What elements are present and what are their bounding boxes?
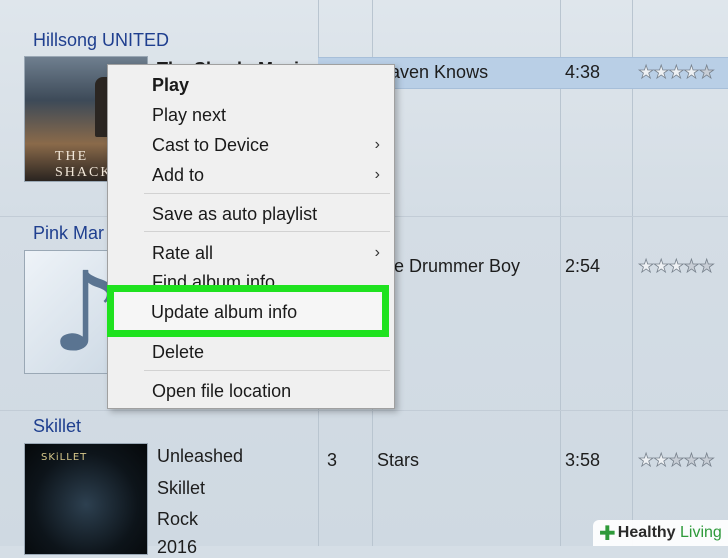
menu-item-save-auto-playlist[interactable]: Save as auto playlist	[152, 204, 317, 225]
menu-item-update-album-info[interactable]: Update album info	[151, 302, 297, 323]
menu-item-play[interactable]: Play	[152, 75, 189, 96]
track-number: 3	[327, 450, 338, 470]
star-icon[interactable]: ★	[653, 450, 670, 471]
star-icon[interactable]: ★	[668, 450, 685, 471]
chevron-right-icon: ›	[374, 136, 380, 153]
plus-icon: ✚	[599, 522, 616, 545]
skillet-logo: SKiLLET	[41, 452, 88, 463]
menu-item-open-file-location[interactable]: Open file location	[152, 381, 291, 402]
watermark-suffix: Living	[675, 524, 722, 541]
star-icon[interactable]: ★	[653, 62, 670, 83]
track-title: eaven Knows	[380, 62, 489, 82]
star-icon[interactable]: ★	[668, 256, 685, 277]
watermark-text: Healthy Living	[618, 524, 722, 542]
star-icon[interactable]: ★	[653, 256, 670, 277]
star-icon[interactable]: ★	[698, 450, 715, 471]
star-icon[interactable]: ★	[683, 450, 700, 471]
menu-separator	[144, 231, 390, 232]
album-art-unleashed[interactable]: SKiLLET	[24, 443, 148, 555]
menu-item-cast-to-device[interactable]: Cast to Device	[152, 135, 269, 156]
group-divider	[0, 410, 728, 411]
menu-separator	[144, 193, 390, 194]
menu-item-delete[interactable]: Delete	[152, 342, 204, 363]
highlight-update-album-info: Update album info	[107, 285, 389, 337]
track-title: ttle Drummer Boy	[380, 256, 521, 276]
rating-stars[interactable]: ★★★★★	[638, 256, 716, 277]
chevron-right-icon: ›	[374, 244, 380, 261]
star-icon[interactable]: ★	[638, 62, 655, 83]
star-icon[interactable]: ★	[638, 450, 655, 471]
star-icon[interactable]: ★	[638, 256, 655, 277]
group-title-artist[interactable]: Hillsong UNITED	[33, 30, 169, 51]
star-icon[interactable]: ★	[683, 62, 700, 83]
track-duration: 2:54	[565, 256, 601, 276]
star-icon[interactable]: ★	[698, 62, 715, 83]
album-year: 2016	[157, 537, 198, 557]
group-title-artist[interactable]: Skillet	[33, 416, 81, 437]
star-icon[interactable]: ★	[683, 256, 700, 277]
album-genre: Rock	[157, 509, 199, 529]
track-duration: 4:38	[565, 62, 601, 82]
album-name: Unleashed	[157, 446, 244, 466]
group-title-artist[interactable]: Pink Mar	[33, 223, 104, 244]
rating-stars[interactable]: ★★★★★	[638, 62, 716, 83]
menu-item-add-to[interactable]: Add to	[152, 165, 204, 186]
rating-stars[interactable]: ★★★★★	[638, 450, 716, 471]
chevron-right-icon: ›	[374, 166, 380, 183]
track-duration: 3:58	[565, 450, 601, 470]
menu-separator	[144, 370, 390, 371]
watermark-prefix: Healthy	[617, 524, 676, 541]
watermark: ✚ Healthy Living	[593, 520, 728, 546]
star-icon[interactable]: ★	[668, 62, 685, 83]
track-title: Stars	[377, 450, 420, 470]
menu-item-rate-all[interactable]: Rate all	[152, 243, 213, 264]
star-icon[interactable]: ★	[698, 256, 715, 277]
context-menu: Play Play next Cast to Device › Add to ›…	[107, 64, 395, 409]
album-artist: Skillet	[157, 478, 206, 498]
menu-item-play-next[interactable]: Play next	[152, 105, 226, 126]
